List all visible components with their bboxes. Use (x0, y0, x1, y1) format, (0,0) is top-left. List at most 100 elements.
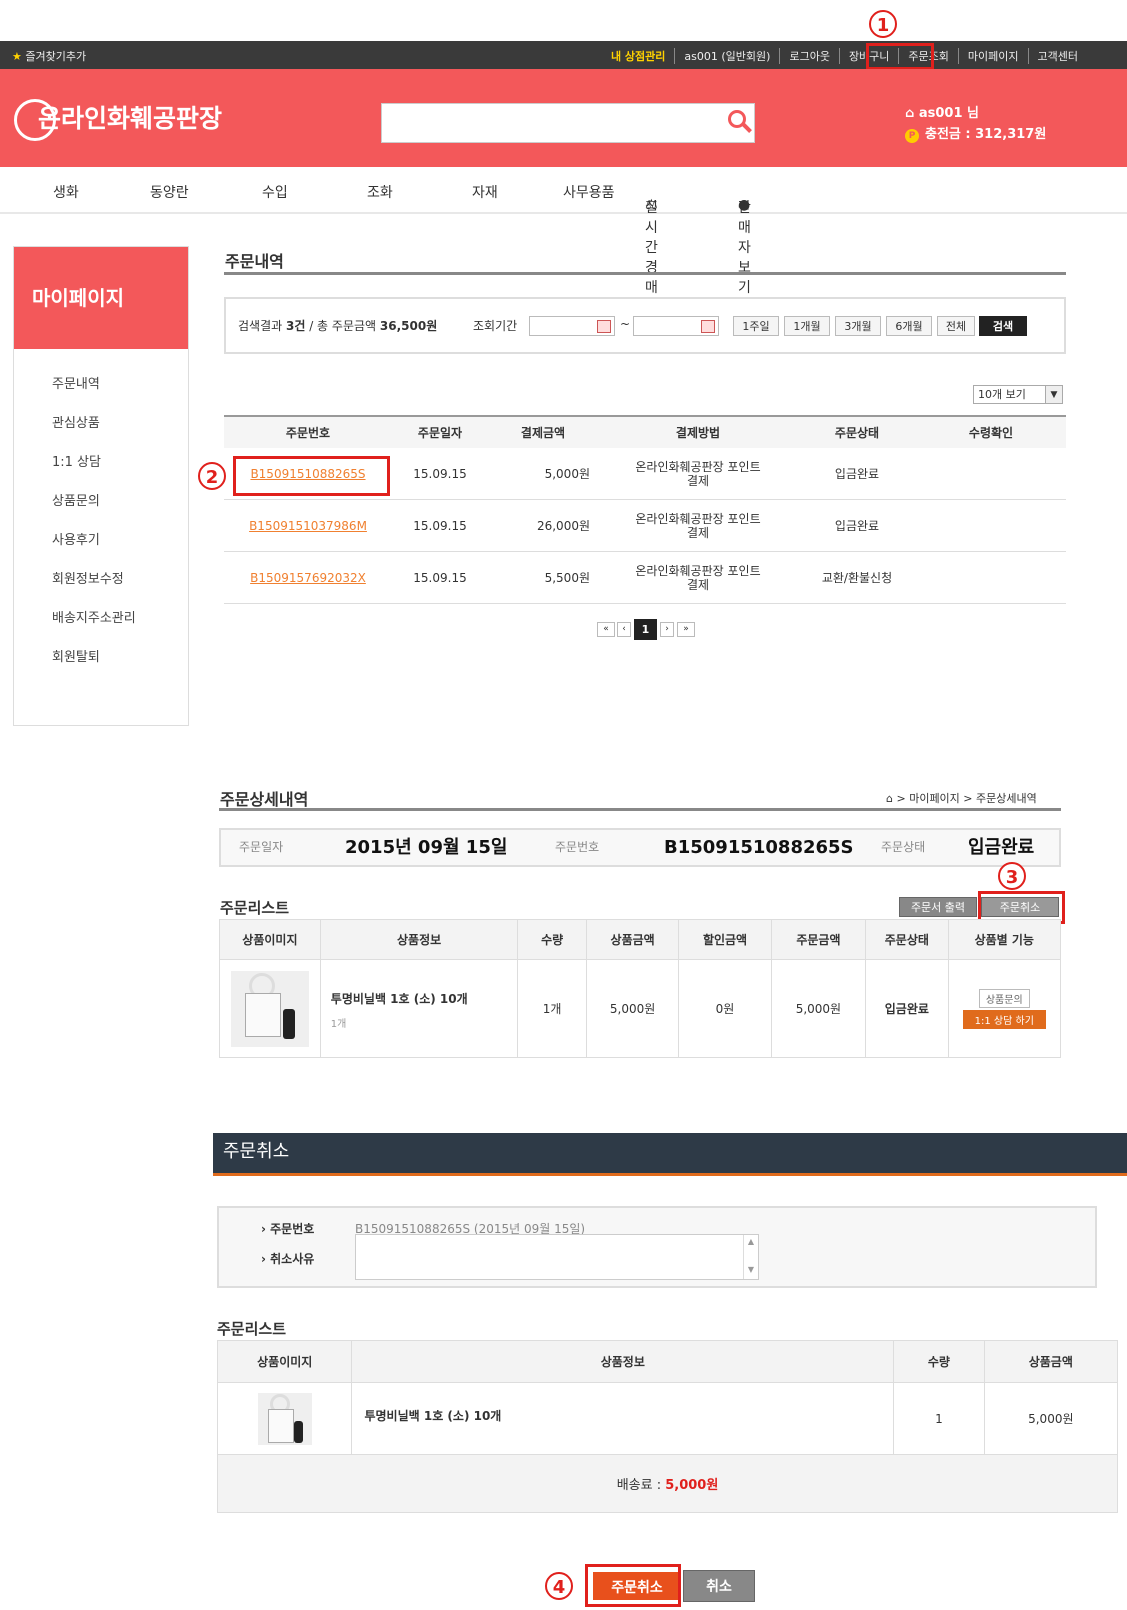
orders-title-divider (224, 272, 1066, 275)
order-no-label: 주문번호 (555, 840, 600, 854)
payment-method-line2: 결제 (686, 473, 710, 488)
range-1month-button[interactable]: 1개월 (784, 316, 830, 336)
textarea-scrollbar[interactable]: ▲ ▼ (743, 1235, 758, 1279)
pager-prev[interactable]: ‹ (617, 622, 631, 637)
user-account-link[interactable]: as001 (일반회원) (674, 48, 779, 64)
table-row: B1509157692032X 15.09.15 5,500원 온라인화훼공판장… (224, 551, 1066, 604)
home-icon[interactable]: ⌂ (886, 792, 893, 805)
product-image[interactable] (230, 970, 309, 1047)
sidebar-item-orders[interactable]: 주문내역 (52, 373, 100, 392)
customer-center-link[interactable]: 고객센터 (1027, 48, 1087, 64)
highlight-box-confirm-cancel (585, 1564, 681, 1607)
end-date-input[interactable] (633, 316, 719, 336)
search-button[interactable]: 검색 (979, 316, 1027, 336)
pager-last[interactable]: » (677, 622, 695, 637)
product-name[interactable]: 투명비닐백 1호 (소) 10개 (331, 990, 518, 1007)
order-status-value: 입금완료 (968, 837, 1035, 858)
detail-title: 주문상세내역 (220, 790, 309, 809)
star-icon: ★ (12, 50, 22, 63)
item-price: 5,000원 (983, 1382, 1119, 1455)
orders-title: 주문내역 (225, 252, 284, 271)
my-store-link[interactable]: 내 상점관리 (602, 48, 674, 64)
sidebar-item-profile[interactable]: 회원정보수정 (52, 568, 124, 587)
order-info-bar: 주문일자 2015년 09월 15일 주문번호 B1509151088265S … (219, 828, 1061, 867)
table-row: 투명비닐백 1호 (소) 10개 1 5,000원 (216, 1382, 1119, 1455)
detail-table-header: 상품이미지 상품정보 수량 상품금액 할인금액 주문금액 주문상태 상품별 기능 (219, 919, 1062, 960)
payment-method-line1: 온라인화훼공판장 포인트 (635, 511, 761, 526)
orders-table-header: 주문번호 주문일자 결제금액 결제방법 주문상태 수령확인 (224, 415, 1066, 448)
calendar-icon[interactable] (701, 320, 715, 333)
logout-link[interactable]: 로그아웃 (779, 48, 838, 64)
start-date-input[interactable] (529, 316, 615, 336)
col-qty: 수량 (517, 919, 587, 960)
cancel-reason-label-text: 취소사유 (270, 1252, 315, 1266)
sidebar-item-reviews[interactable]: 사용후기 (52, 529, 100, 548)
cancel-items-table: 상품이미지 상품정보 수량 상품금액 투명비닐백 1호 (소) 10개 1 5,… (216, 1340, 1119, 1513)
nav-item-orchids[interactable]: 동양란 (150, 182, 189, 202)
sidebar-item-wishlist[interactable]: 관심상품 (52, 412, 100, 431)
phone-shape (282, 1008, 295, 1039)
sellers-label: 판매자보기 (738, 200, 751, 296)
col-info: 상품정보 (319, 919, 519, 960)
order-number-link[interactable]: B1509151037986M (249, 519, 367, 533)
page-size-select[interactable]: 10개 보기 ▼ (973, 385, 1063, 404)
sidebar-item-inquiry[interactable]: 상품문의 (52, 490, 100, 509)
order-date-label: 주문일자 (239, 840, 284, 854)
nav-item-materials[interactable]: 자재 (472, 182, 498, 202)
order-date: 15.09.15 (392, 448, 488, 500)
site-logo[interactable]: 온라인화훼공판장 (14, 99, 222, 141)
order-status: 입금완료 (798, 448, 916, 500)
pager-first[interactable]: « (597, 622, 615, 637)
pager-next[interactable]: › (660, 622, 674, 637)
sidebar-item-addresses[interactable]: 배송지주소관리 (52, 607, 136, 626)
range-1week-button[interactable]: 1주일 (733, 316, 779, 336)
col-price: 상품금액 (983, 1340, 1119, 1383)
search-input[interactable] (381, 103, 755, 143)
cancel-reason-textarea[interactable]: ▲ ▼ (355, 1234, 759, 1280)
print-order-button[interactable]: 주문서 출력 (899, 897, 977, 917)
detail-items-table: 상품이미지 상품정보 수량 상품금액 할인금액 주문금액 주문상태 상품별 기능… (219, 919, 1062, 1058)
back-button[interactable]: 취소 (683, 1570, 755, 1602)
breadcrumb-path: > 마이페이지 > 주문상세내역 (896, 792, 1037, 805)
col-method: 결제방법 (598, 415, 798, 448)
user-name: as001 님 (918, 106, 979, 121)
sidebar-item-consult[interactable]: 1:1 상담 (52, 451, 101, 470)
chevron-down-icon[interactable]: ▼ (1045, 386, 1062, 403)
nav-item-fresh-flowers[interactable]: 생화 (53, 182, 79, 202)
cancel-section-header: 주문취소 (213, 1133, 1127, 1176)
cancel-form: › 주문번호 B1509151088265S (2015년 09월 15일) ›… (217, 1206, 1097, 1288)
mypage-link[interactable]: 마이페이지 (957, 48, 1028, 64)
summary-prefix: 검색결과 (238, 319, 286, 333)
payment-method: 온라인화훼공판장 포인트 결제 (598, 499, 798, 552)
shipping-row: 배송료 : 5,000원 (217, 1454, 1118, 1513)
range-3month-button[interactable]: 3개월 (835, 316, 881, 336)
add-favorite-link[interactable]: ★ 즐겨찾기추가 (12, 48, 86, 64)
nav-item-imports[interactable]: 수입 (262, 182, 288, 202)
nav-item-office[interactable]: 사무용품 (563, 182, 615, 202)
sidebar-title: 마이페이지 (14, 247, 188, 349)
sidebar-item-withdraw[interactable]: 회원탈퇴 (52, 646, 100, 665)
user-info: ⌂ as001 님 P 충전금 : 312,317원 (905, 103, 1046, 145)
order-date: 15.09.15 (392, 551, 488, 604)
product-inquiry-button[interactable]: 상품문의 (978, 988, 1030, 1008)
receipt-confirm (916, 499, 1066, 552)
search-icon[interactable] (728, 110, 746, 128)
pager-page-1[interactable]: 1 (634, 619, 657, 640)
consult-button[interactable]: 1:1 상담 하기 (962, 1009, 1046, 1029)
product-image[interactable] (257, 1392, 312, 1445)
order-filter: 검색결과 3건 / 총 주문금액 36,500원 조회기간 ~ 1주일 1개월 … (224, 297, 1066, 354)
cancel-table-header: 상품이미지 상품정보 수량 상품금액 (216, 1340, 1119, 1383)
nav-item-artificial[interactable]: 조화 (367, 182, 393, 202)
product-name[interactable]: 투명비닐백 1호 (소) 10개 (351, 1382, 895, 1455)
bag-shape (244, 992, 281, 1037)
calendar-icon[interactable] (597, 320, 611, 333)
order-date-value: 2015년 09월 15일 (345, 837, 508, 858)
order-number-link[interactable]: B1509157692032X (250, 571, 366, 585)
range-all-button[interactable]: 전체 (937, 316, 975, 336)
mypage-sidebar: 마이페이지 주문내역 관심상품 1:1 상담 상품문의 사용후기 회원정보수정 … (13, 246, 189, 726)
site-header: 온라인화훼공판장 ⌂ as001 님 P 충전금 : 312,317원 (0, 69, 1127, 167)
payment-method: 온라인화훼공판장 포인트 결제 (598, 551, 798, 604)
cancel-order-no-label-text: 주문번호 (270, 1222, 315, 1236)
shipping-label: 배송료 : (616, 1478, 666, 1493)
range-6month-button[interactable]: 6개월 (886, 316, 932, 336)
